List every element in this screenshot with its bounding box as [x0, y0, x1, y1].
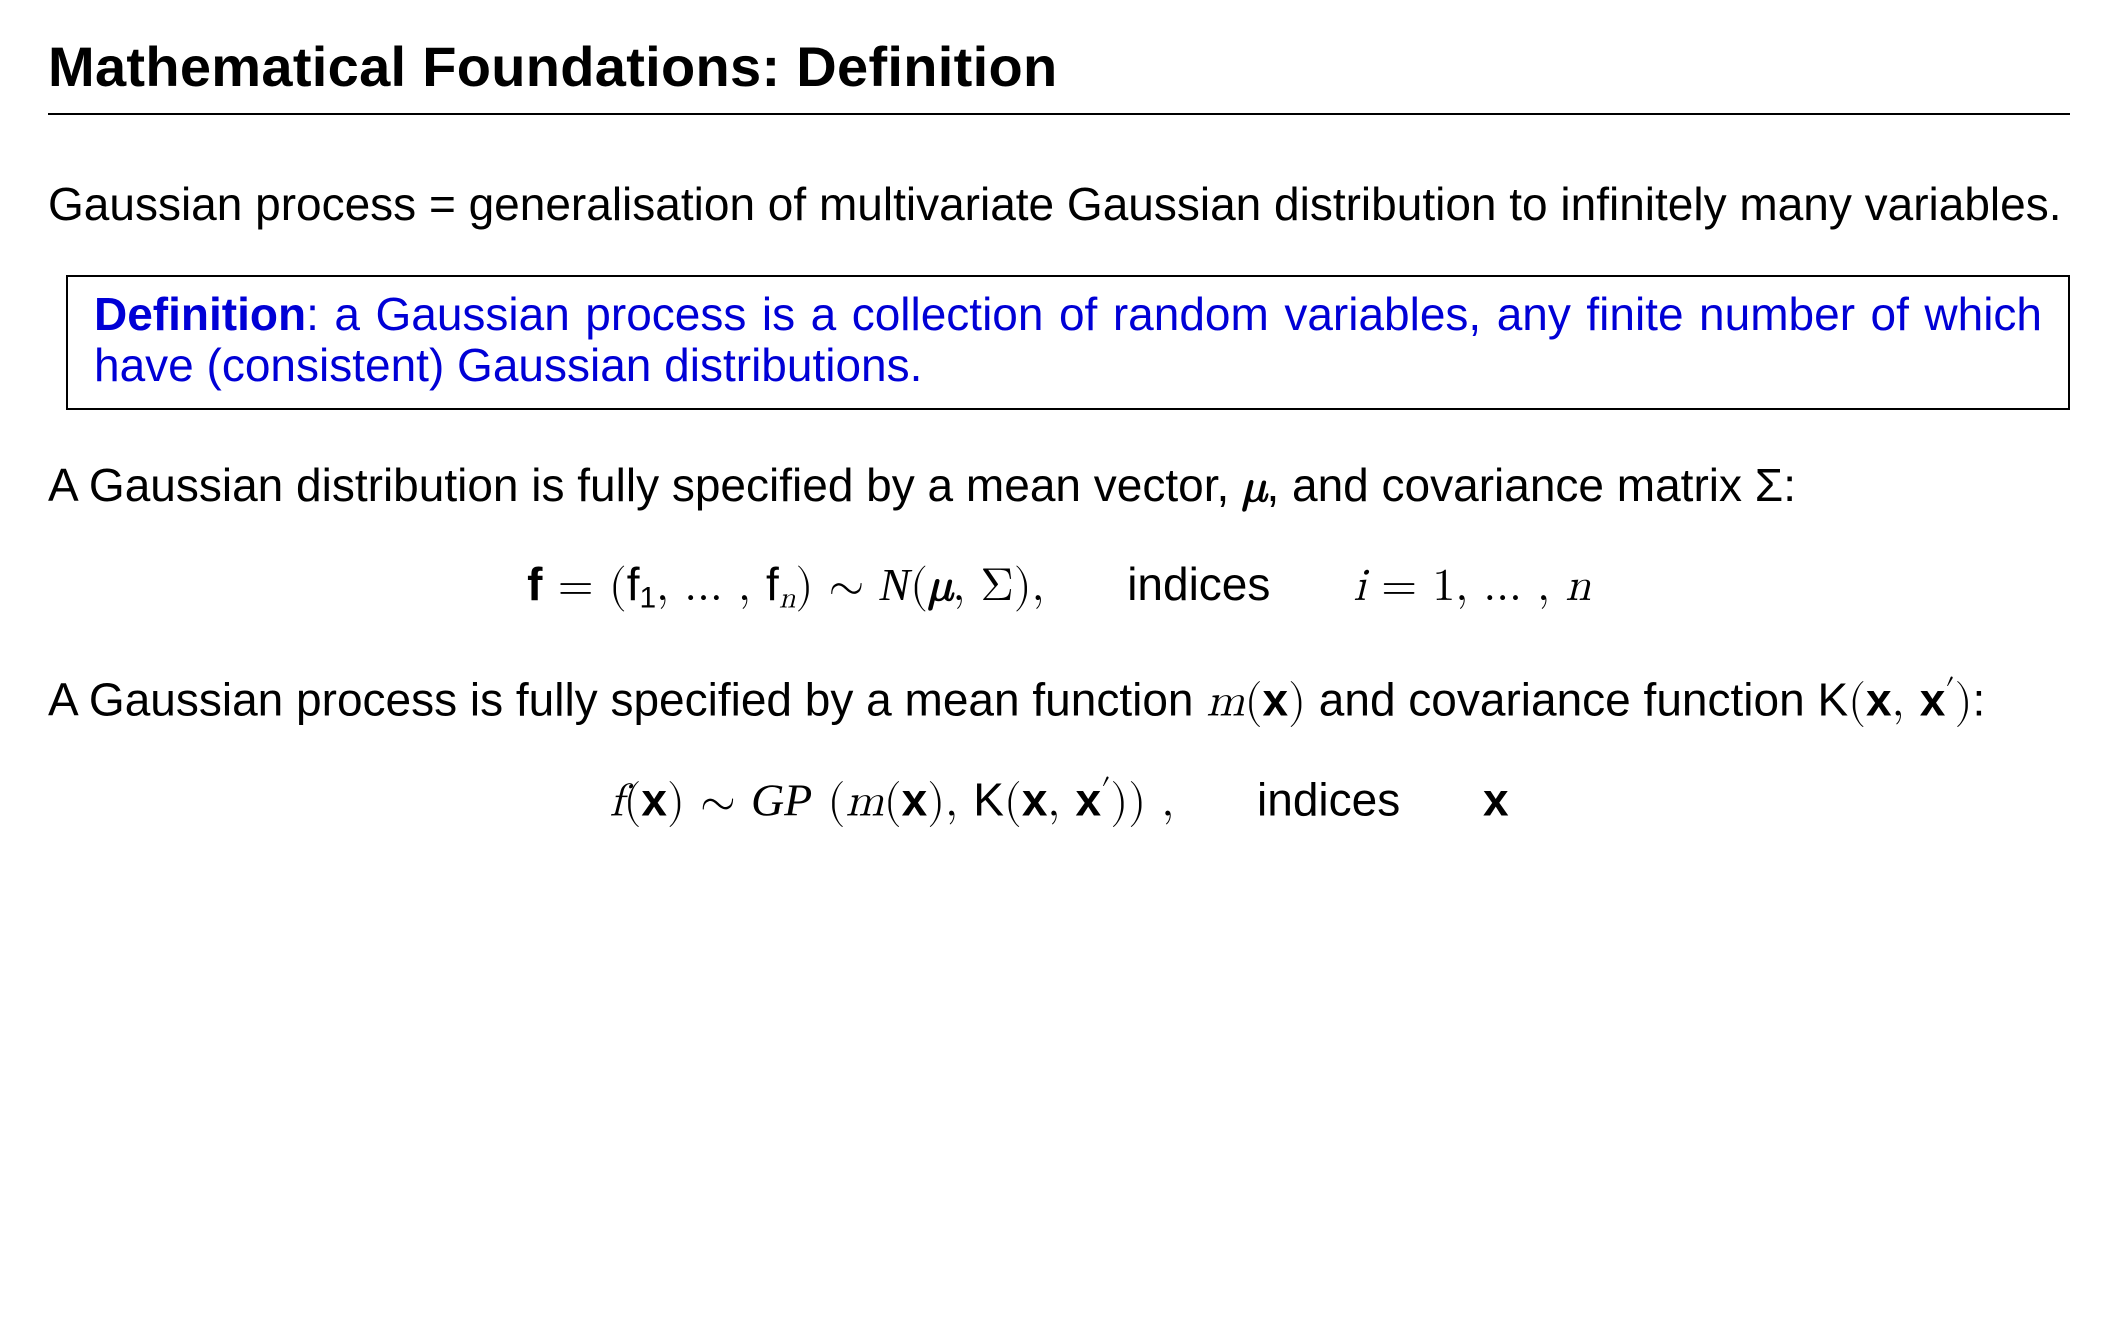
- eq2-open2: (: [884, 778, 902, 824]
- slide: Mathematical Foundations: Definition Gau…: [0, 0, 2118, 1332]
- eq2-indices-label: indices: [1257, 773, 1400, 825]
- eq2-close-sim: ) ∼: [667, 778, 751, 824]
- eq2-f: f: [609, 778, 623, 824]
- eq1-f: f: [527, 558, 542, 610]
- definition-text: : a Gaussian process is a collection of …: [94, 288, 2042, 392]
- eq1-f1: f: [627, 558, 640, 610]
- eq1-close: ) ∼: [795, 563, 879, 609]
- equation-mvn: f = (f1, … , fn) ∼ N(μ, Σ),indicesi = 1,…: [48, 559, 2070, 616]
- eq1-fn: f: [766, 558, 779, 610]
- p2-part-a: A Gaussian distribution is fully specifi…: [48, 459, 1242, 511]
- eq1-paren-open: (: [910, 563, 928, 609]
- K-func: K: [1817, 673, 1848, 725]
- p2-part-b: , and covariance matrix Σ:: [1266, 459, 1796, 511]
- eq1-subn: n: [779, 584, 796, 614]
- eq1-indices-label: indices: [1127, 558, 1270, 610]
- m-func: m: [1206, 678, 1244, 724]
- eq2-x3: x: [1022, 773, 1048, 825]
- K-close: ): [1955, 678, 1973, 724]
- eq2-GP: GP: [751, 774, 812, 825]
- eq2-K: K: [973, 773, 1004, 825]
- eq2-x: x: [641, 773, 667, 825]
- slide-body: Gaussian process = generalisation of mul…: [48, 179, 2070, 828]
- p3-part-b: and covariance function: [1306, 673, 1817, 725]
- eq1-dots: , … ,: [656, 563, 766, 609]
- eq1-range: = 1, … ,: [1366, 563, 1565, 609]
- eq2-close-all: )) ,: [1110, 778, 1174, 824]
- eq2-x2: x: [902, 773, 928, 825]
- eq2-prime: ′: [1101, 775, 1110, 805]
- K-x: x: [1866, 673, 1892, 725]
- eq1-N: N: [879, 559, 910, 610]
- m-close: ): [1288, 678, 1306, 724]
- eq2-xlast: x: [1483, 773, 1509, 825]
- eq2-open3: (: [1004, 778, 1022, 824]
- definition-box: Definition: a Gaussian process is a coll…: [66, 275, 2070, 410]
- eq2-space-open: (: [812, 778, 845, 824]
- K-prime: ′: [1945, 675, 1954, 705]
- eq2-comma: ,: [1047, 778, 1075, 824]
- eq1-comma: , Σ),: [952, 563, 1044, 609]
- paragraph-intro: Gaussian process = generalisation of mul…: [48, 179, 2070, 231]
- eq2-mid: ),: [927, 778, 973, 824]
- eq1-sub1: 1: [640, 582, 657, 615]
- K-comma: ,: [1892, 678, 1920, 724]
- eq1-mu: μ: [928, 563, 952, 609]
- definition-label: Definition: [94, 288, 306, 340]
- eq2-x4: x: [1075, 773, 1101, 825]
- K-open: (: [1848, 678, 1866, 724]
- eq1-i: i: [1353, 563, 1366, 609]
- p3-part-a: A Gaussian process is fully specified by…: [48, 673, 1206, 725]
- eq1-eq: = (: [543, 563, 627, 609]
- p3-part-c: :: [1972, 673, 1985, 725]
- equation-gp: f(x) ∼ GP (m(x), K(x, x′)) ,indicesx: [48, 774, 2070, 828]
- K-xprime: x: [1920, 673, 1946, 725]
- slide-title: Mathematical Foundations: Definition: [48, 34, 2070, 115]
- eq1-n: n: [1565, 563, 1591, 609]
- m-x: x: [1263, 673, 1289, 725]
- mu-symbol: μ: [1242, 464, 1266, 510]
- eq2-open: (: [623, 778, 641, 824]
- paragraph-gaussian-dist: A Gaussian distribution is fully specifi…: [48, 460, 2070, 514]
- m-open: (: [1245, 678, 1263, 724]
- eq2-m: m: [845, 778, 883, 824]
- paragraph-gp: A Gaussian process is fully specified by…: [48, 674, 2070, 728]
